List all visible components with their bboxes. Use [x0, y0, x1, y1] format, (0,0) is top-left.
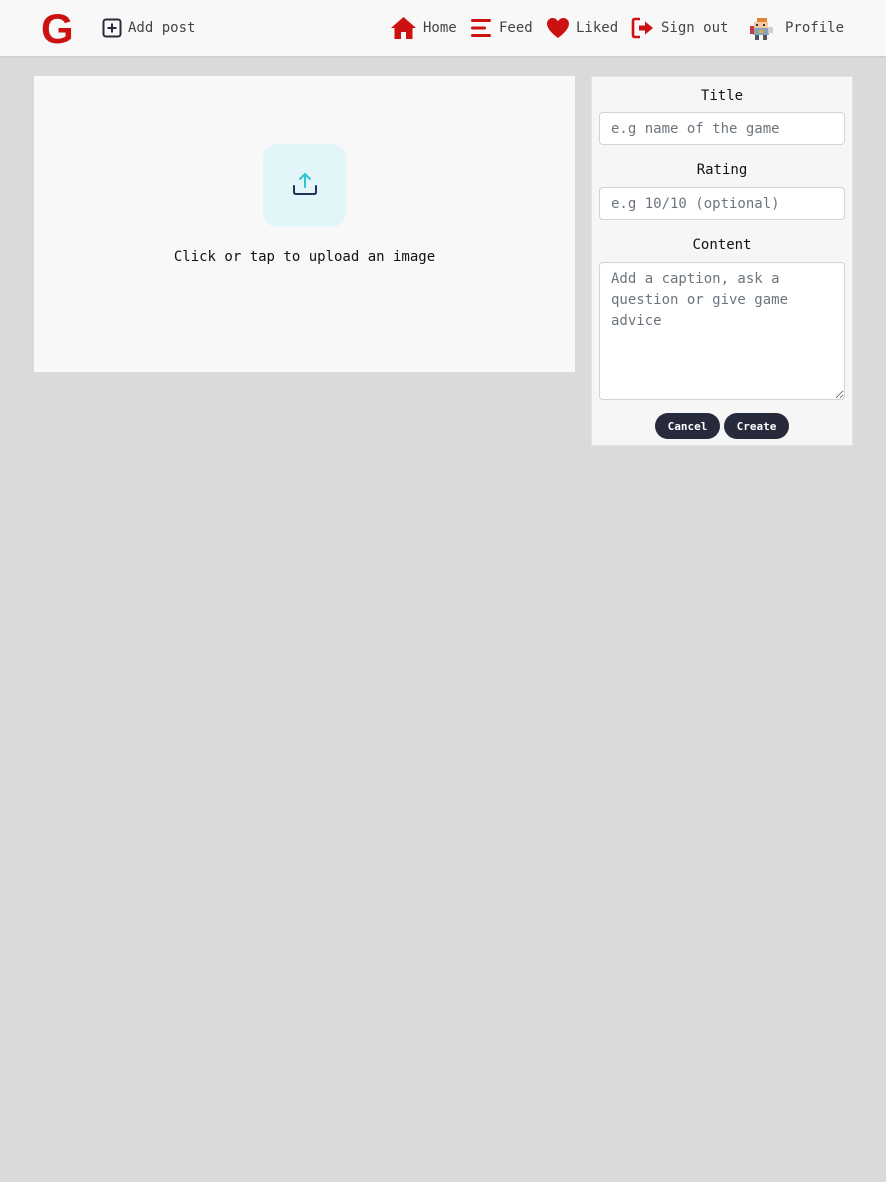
content-textarea[interactable]	[599, 262, 845, 400]
sign-out-icon	[631, 17, 655, 39]
sign-out-label: Sign out	[661, 20, 729, 36]
profile-link[interactable]: Profile	[748, 14, 844, 42]
title-label: Title	[700, 88, 744, 104]
upload-button[interactable]	[263, 144, 346, 227]
avatar	[748, 15, 775, 42]
rating-input[interactable]	[599, 187, 845, 220]
content-label: Content	[692, 237, 752, 253]
heart-icon	[546, 17, 570, 39]
upload-instructions: Click or tap to upload an image	[173, 249, 436, 265]
add-post-link[interactable]: Add post	[102, 14, 195, 42]
image-upload-area[interactable]: Click or tap to upload an image	[34, 76, 575, 372]
home-icon	[390, 16, 417, 40]
title-input[interactable]	[599, 112, 845, 145]
sign-out-link[interactable]: Sign out	[631, 14, 728, 42]
navbar: G Add post Home Feed Liked Sign out Prof…	[0, 0, 886, 58]
home-label: Home	[423, 20, 457, 36]
profile-label: Profile	[785, 20, 845, 36]
upload-icon	[292, 171, 318, 201]
create-button[interactable]: Create	[724, 413, 789, 439]
feed-label: Feed	[499, 20, 533, 36]
logo[interactable]: G	[41, 8, 74, 50]
liked-link[interactable]: Liked	[546, 14, 618, 42]
bars-icon	[470, 17, 493, 39]
post-form: Title Rating Content Cancel Create	[591, 76, 853, 446]
feed-link[interactable]: Feed	[470, 14, 533, 42]
add-post-label: Add post	[128, 20, 196, 36]
plus-square-icon	[102, 18, 122, 38]
rating-label: Rating	[696, 162, 748, 178]
home-link[interactable]: Home	[390, 14, 457, 42]
liked-label: Liked	[576, 20, 619, 36]
cancel-button[interactable]: Cancel	[655, 413, 720, 439]
